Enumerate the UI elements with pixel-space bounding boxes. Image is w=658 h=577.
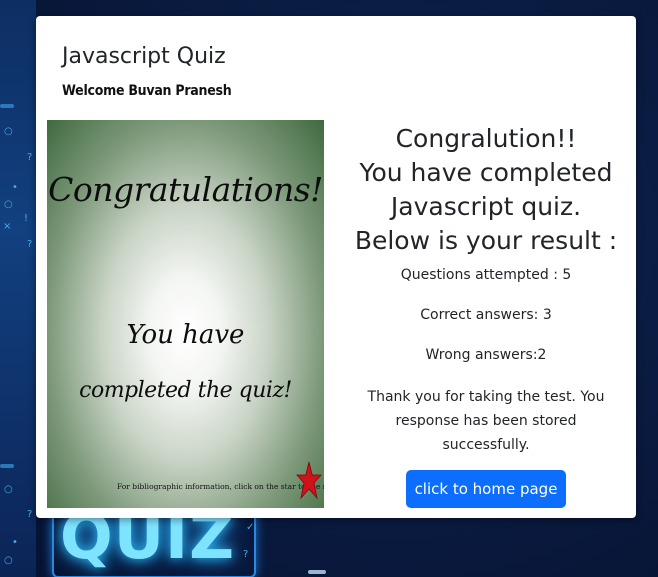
background-bar bbox=[0, 104, 14, 108]
result-heading: Congralution!! You have completed Javasc… bbox=[336, 120, 636, 258]
quiz-result-modal: Javascript Quiz Welcome Buvan Pranesh Co… bbox=[36, 16, 636, 518]
background-question-icon: ? bbox=[27, 239, 33, 250]
correct-answers: Correct answers: 3 bbox=[420, 307, 552, 323]
welcome-message: Welcome Buvan Pranesh bbox=[62, 83, 232, 99]
modal-title: Javascript Quiz bbox=[62, 44, 226, 69]
card-line-2: completed the quiz! bbox=[79, 378, 292, 403]
result-heading-line: You have completed bbox=[359, 158, 613, 187]
result-heading-line: Javascript quiz. bbox=[390, 192, 582, 221]
results-panel: Congralution!! You have completed Javasc… bbox=[336, 120, 636, 508]
home-page-button[interactable]: click to home page bbox=[406, 470, 566, 508]
background-bar bbox=[308, 570, 326, 574]
background-question-icon: ? bbox=[27, 152, 33, 163]
congratulations-image: Congratulations! You have completed the … bbox=[47, 120, 324, 508]
background-exclamation-icon: ! bbox=[24, 213, 29, 224]
result-heading-line: Congralution!! bbox=[395, 124, 577, 153]
red-star-icon[interactable] bbox=[296, 460, 322, 502]
card-bibliographic-note: For bibliographic information, click on … bbox=[117, 482, 324, 491]
background-dot-icon: • bbox=[12, 182, 18, 193]
result-heading-line: Below is your result : bbox=[354, 226, 618, 255]
thank-you-message: Thank you for taking the test. You respo… bbox=[367, 389, 605, 453]
background-circle-icon: ○ bbox=[4, 126, 13, 137]
card-congrats-text: Congratulations! bbox=[48, 170, 323, 209]
background-cross-icon: × bbox=[3, 221, 12, 232]
background-bar bbox=[0, 464, 14, 468]
wrong-answers: Wrong answers:2 bbox=[425, 347, 547, 363]
background-circle-icon: ○ bbox=[4, 555, 13, 566]
background-circle-icon: ○ bbox=[4, 199, 13, 210]
questions-attempted: Questions attempted : 5 bbox=[400, 267, 572, 283]
background-circle-icon: ○ bbox=[4, 484, 13, 495]
card-line-1: You have bbox=[126, 320, 245, 350]
background-question-icon: ? bbox=[27, 509, 33, 520]
background-dot-icon: • bbox=[12, 537, 18, 548]
